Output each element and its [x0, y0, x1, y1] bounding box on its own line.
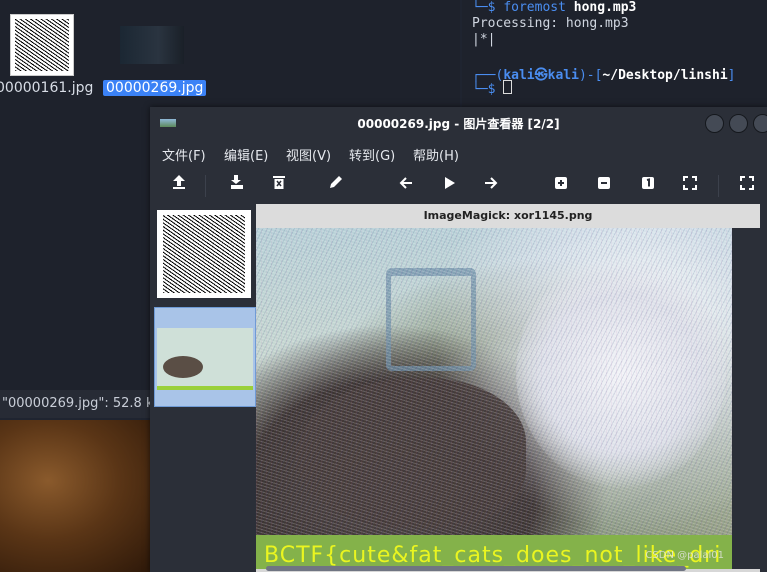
window-title: 00000269.jpg - 图片查看器 [2/2]	[357, 117, 560, 131]
arrow-left-icon[interactable]	[395, 174, 417, 196]
qr-noise-image	[163, 215, 245, 293]
menu-go[interactable]: 转到(G)	[349, 145, 395, 164]
actual-size-icon[interactable]	[637, 174, 659, 196]
prompt-symbol-2: └─$	[472, 82, 504, 97]
thumbnail-sidebar	[150, 205, 256, 572]
terminal-line-progress: |*|	[472, 32, 496, 47]
menu-file[interactable]: 文件(F)	[162, 145, 206, 164]
prompt-user-host: kali㉿kali	[503, 68, 579, 83]
prompt-symbol: └─$	[472, 0, 504, 15]
command-arg: hong.mp3	[565, 0, 637, 15]
terminal[interactable]: └─$ foremost hong.mp3 Processing: hong.m…	[462, 0, 767, 108]
thumbnail-flag-strip	[157, 386, 253, 390]
qr-noise-image	[15, 19, 69, 71]
zoom-out-icon[interactable]	[593, 174, 615, 196]
play-icon[interactable]	[438, 174, 460, 196]
file-name-label[interactable]: 00000161.jpg	[0, 80, 93, 96]
terminal-line-command: └─$ foremost hong.mp3	[472, 0, 636, 15]
noise-overlay	[256, 228, 732, 569]
file-thumbnail-photo[interactable]	[120, 26, 184, 64]
upload-icon[interactable]	[168, 174, 190, 196]
toolbar-separator	[718, 175, 719, 197]
file-manager-status: "00000269.jpg": 52.8 k	[0, 390, 162, 418]
watermark: CSDN @palal01	[645, 550, 724, 561]
zoom-in-icon[interactable]	[550, 174, 572, 196]
save-icon[interactable]	[226, 174, 248, 196]
fullscreen-icon[interactable]	[736, 174, 758, 196]
text-cursor	[503, 80, 513, 94]
menu-view[interactable]: 视图(V)	[286, 145, 331, 164]
prompt-mid: )-[	[578, 68, 603, 83]
fit-window-icon[interactable]	[679, 174, 701, 196]
photo-preview	[0, 420, 160, 572]
file-name-label-selected[interactable]: 00000269.jpg	[103, 80, 207, 96]
delete-icon[interactable]	[268, 174, 290, 196]
vertical-scroll-area[interactable]	[732, 228, 760, 569]
maximize-button[interactable]	[729, 114, 748, 133]
prompt-close: ]	[727, 68, 736, 83]
arrow-right-icon[interactable]	[480, 174, 502, 196]
title-bar[interactable]: 00000269.jpg - 图片查看器 [2/2]	[150, 107, 767, 139]
command-name: foremost	[503, 0, 566, 15]
thumbnail-cat-shape	[163, 356, 203, 378]
close-button[interactable]	[753, 114, 767, 133]
toolbar-separator	[205, 175, 206, 197]
horizontal-scrollbar[interactable]	[266, 566, 686, 571]
thumbnail-preview	[157, 328, 253, 390]
prompt-path: ~/Desktop/linshi	[602, 68, 728, 83]
menu-edit[interactable]: 编辑(E)	[224, 145, 268, 164]
terminal-input-line[interactable]: └─$	[472, 80, 513, 97]
terminal-line-processing: Processing: hong.mp3	[472, 16, 629, 31]
edit-icon[interactable]	[325, 174, 347, 196]
menu-bar: 文件(F) 编辑(E) 视图(V) 转到(G) 帮助(H)	[150, 139, 767, 167]
thumbnail-selected[interactable]	[154, 307, 256, 407]
imagemagick-title: ImageMagick: xor1145.png	[256, 204, 760, 228]
thumbnail-qr[interactable]	[157, 210, 251, 298]
imagemagick-window: ImageMagick: xor1145.png BCTF{cute&fat_c…	[256, 204, 760, 572]
xor-image: BCTF{cute&fat_cats_does_not_like_dri CSD…	[256, 228, 732, 569]
minimize-button[interactable]	[705, 114, 724, 133]
file-thumbnail-qr[interactable]	[10, 14, 74, 76]
image-viewer-window: 00000269.jpg - 图片查看器 [2/2] 文件(F) 编辑(E) 视…	[150, 107, 767, 572]
menu-help[interactable]: 帮助(H)	[413, 145, 459, 164]
toolbar	[150, 171, 767, 201]
